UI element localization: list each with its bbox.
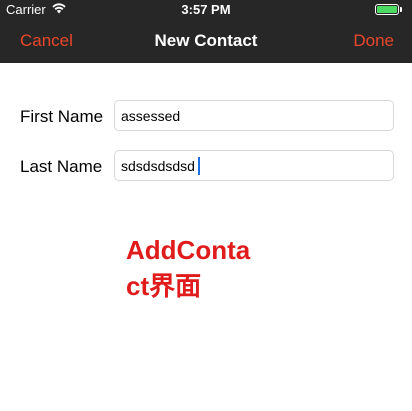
battery-icon — [375, 4, 399, 15]
status-bar: Carrier 3:57 PM — [0, 0, 412, 20]
first-name-field[interactable] — [114, 100, 394, 131]
text-cursor — [198, 157, 200, 175]
done-button[interactable]: Done — [353, 31, 394, 51]
overlay-caption-line1: AddConta — [126, 235, 251, 265]
nav-title: New Contact — [154, 31, 258, 50]
last-name-row: Last Name — [0, 150, 412, 182]
battery-tip — [400, 7, 402, 12]
new-contact-screen: Carrier 3:57 PM Cancel New Contact Done … — [0, 0, 412, 411]
first-name-label: First Name — [20, 107, 104, 126]
overlay-caption: AddConta ct界面 — [126, 232, 286, 304]
last-name-label: Last Name — [20, 157, 103, 176]
navigation-bar: Cancel New Contact Done — [0, 20, 412, 63]
battery-level — [377, 6, 397, 13]
overlay-caption-line2: ct界面 — [126, 271, 202, 301]
status-time: 3:57 PM — [181, 2, 231, 17]
first-name-row: First Name — [0, 100, 412, 132]
last-name-field[interactable] — [114, 150, 394, 181]
